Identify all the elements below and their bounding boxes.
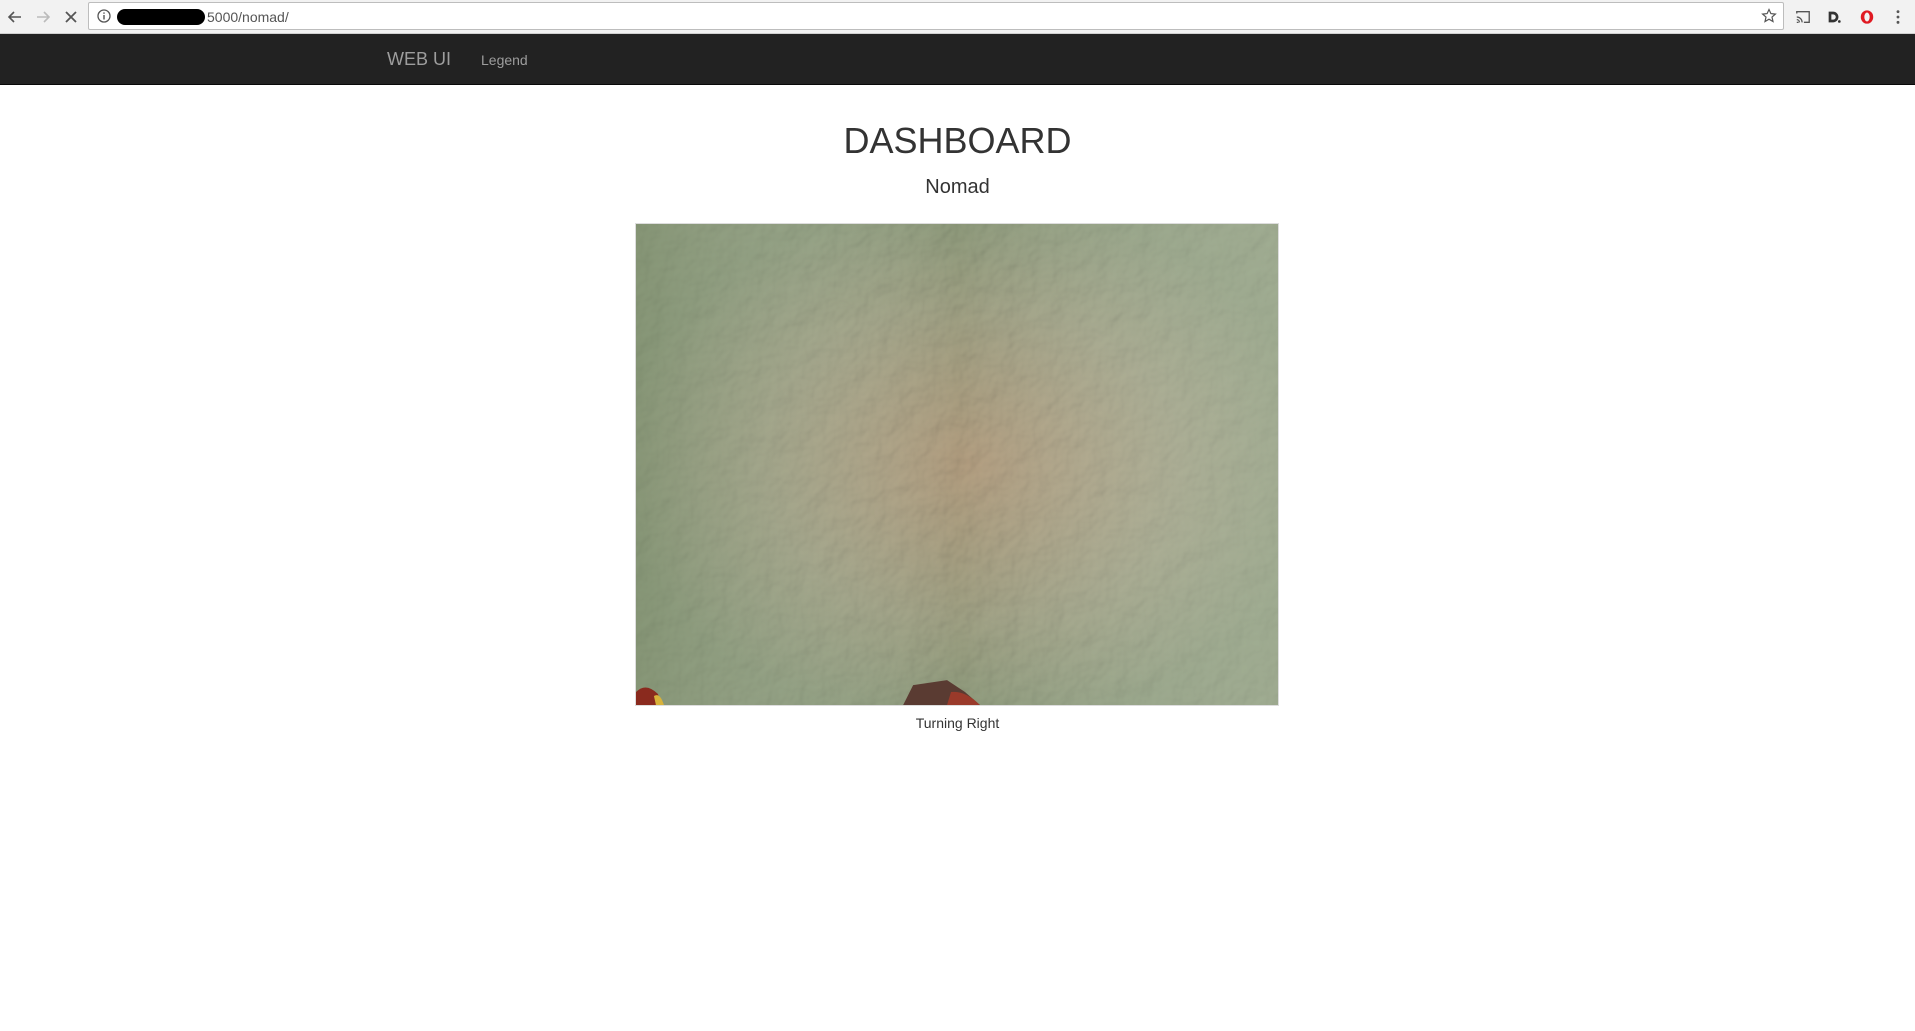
extension-d-icon[interactable]: [1824, 7, 1844, 27]
bookmark-star-icon[interactable]: [1761, 8, 1777, 24]
address-bar[interactable]: 5000/nomad/: [88, 2, 1784, 30]
back-arrow-icon: [7, 11, 21, 23]
site-navbar: WEB UI Legend: [0, 34, 1915, 85]
camera-status-caption: Turning Right: [915, 715, 1000, 731]
page-subtitle: Nomad: [925, 176, 990, 198]
page-title: DASHBOARD: [843, 120, 1072, 161]
opera-icon[interactable]: [1857, 7, 1877, 27]
camera-feed: [635, 223, 1279, 706]
cast-icon[interactable]: [1793, 7, 1813, 27]
back-button[interactable]: [2, 4, 28, 30]
stop-loading-button[interactable]: [58, 4, 84, 30]
url-text[interactable]: 5000/nomad/: [207, 9, 289, 25]
brand-link[interactable]: WEB UI: [387, 49, 451, 70]
menu-kebab-icon[interactable]: [1888, 7, 1908, 27]
info-icon[interactable]: [97, 9, 111, 23]
redacted-host: [117, 9, 205, 25]
forward-arrow-icon: [37, 11, 51, 23]
browser-toolbar: 5000/nomad/: [0, 0, 1915, 34]
nav-link-legend[interactable]: Legend: [481, 52, 528, 68]
forward-button[interactable]: [30, 4, 56, 30]
close-icon: [65, 11, 77, 23]
